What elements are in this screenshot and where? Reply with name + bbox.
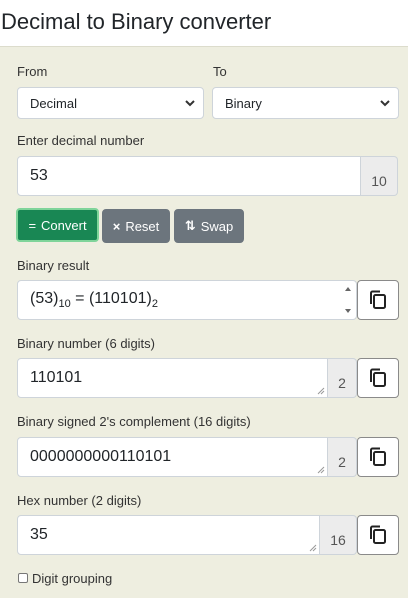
hex-number-label: Hex number (2 digits) bbox=[17, 493, 142, 508]
copy-hex-number-button[interactable] bbox=[357, 515, 399, 555]
to-select[interactable]: Binary bbox=[212, 87, 399, 119]
binary-number-base-addon: 2 bbox=[328, 358, 357, 398]
signed-complement-base-text: 2 bbox=[338, 454, 346, 470]
reset-button[interactable]: × Reset bbox=[102, 209, 170, 243]
decimal-input[interactable]: 53 bbox=[17, 156, 361, 196]
decimal-base-addon: 10 bbox=[361, 156, 398, 196]
binary-number-label: Binary number (6 digits) bbox=[17, 336, 155, 351]
swap-icon: ⇅ bbox=[184, 218, 196, 233]
result-right-base: 2 bbox=[151, 298, 158, 311]
to-select-value: Binary bbox=[225, 95, 262, 111]
result-expression: (53)10 = (110101)2 bbox=[30, 289, 158, 311]
hex-number-field[interactable]: 35 bbox=[17, 515, 320, 555]
convert-button[interactable]: = Convert bbox=[16, 208, 99, 242]
from-select[interactable]: Decimal bbox=[17, 87, 204, 119]
copy-binary-number-button[interactable] bbox=[357, 358, 399, 398]
equals-icon: = bbox=[28, 217, 37, 233]
copy-icon bbox=[370, 290, 386, 309]
signed-complement-label: Binary signed 2's complement (16 digits) bbox=[17, 414, 251, 429]
signed-complement-base-addon: 2 bbox=[328, 437, 357, 477]
signed-complement-value: 0000000000110101 bbox=[30, 448, 172, 465]
convert-button-label: Convert bbox=[41, 217, 87, 233]
hex-number-base-text: 16 bbox=[330, 532, 346, 548]
copy-icon bbox=[370, 525, 386, 544]
resize-grip-icon[interactable] bbox=[309, 544, 317, 552]
scroll-arrows-icon[interactable] bbox=[344, 285, 352, 315]
result-equals: = bbox=[75, 289, 85, 307]
binary-number-base-text: 2 bbox=[338, 375, 346, 391]
copy-signed-complement-button[interactable] bbox=[357, 437, 399, 477]
copy-icon bbox=[370, 447, 386, 466]
from-label: From bbox=[17, 64, 48, 79]
binary-result-label: Binary result bbox=[17, 258, 90, 273]
hex-number-value: 35 bbox=[30, 526, 48, 543]
close-icon: × bbox=[112, 218, 121, 234]
resize-grip-icon[interactable] bbox=[317, 466, 325, 474]
binary-number-field[interactable]: 110101 bbox=[17, 358, 328, 398]
binary-result-box[interactable]: (53)10 = (110101)2 bbox=[17, 280, 357, 320]
decimal-input-value: 53 bbox=[30, 167, 48, 184]
hex-number-base-addon: 16 bbox=[320, 515, 357, 555]
result-left-value: 53 bbox=[35, 289, 54, 307]
chevron-down-icon bbox=[185, 100, 195, 107]
page-title: Decimal to Binary converter bbox=[1, 9, 272, 34]
copy-icon bbox=[370, 368, 386, 387]
decimal-base-text: 10 bbox=[371, 173, 387, 189]
binary-number-value: 110101 bbox=[30, 369, 83, 386]
from-select-value: Decimal bbox=[30, 95, 77, 111]
reset-button-label: Reset bbox=[125, 218, 160, 234]
digit-grouping-checkbox[interactable] bbox=[18, 573, 28, 583]
copy-result-button[interactable] bbox=[357, 280, 399, 320]
result-left-base: 10 bbox=[58, 298, 71, 311]
result-right-value: 110101 bbox=[94, 289, 147, 307]
to-label: To bbox=[213, 64, 227, 79]
resize-grip-icon[interactable] bbox=[317, 387, 325, 395]
swap-button[interactable]: ⇅ Swap bbox=[174, 209, 244, 243]
decimal-input-label: Enter decimal number bbox=[17, 133, 145, 148]
signed-complement-field[interactable]: 0000000000110101 bbox=[17, 437, 328, 477]
chevron-down-icon bbox=[380, 100, 390, 107]
digit-grouping-label[interactable]: Digit grouping bbox=[32, 571, 112, 586]
swap-button-label: Swap bbox=[200, 218, 234, 234]
